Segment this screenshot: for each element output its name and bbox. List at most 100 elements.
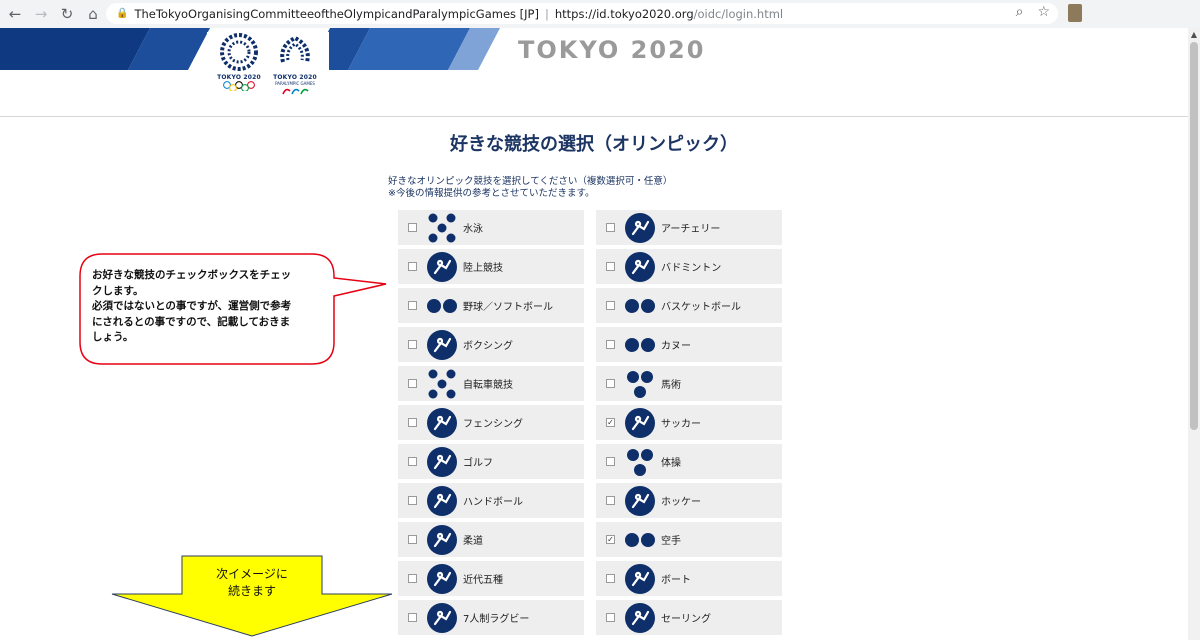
browser-toolbar: ← → ↻ ⌂ 🔒 TheTokyoOrganisingCommitteeoft…	[0, 0, 1200, 29]
arrow-text: 次イメージに 続きます	[182, 566, 322, 600]
omnibox-actions: ⌕ ☆	[1016, 4, 1050, 20]
sport-label: フェンシング	[463, 419, 523, 430]
callout-text: お好きな競技のチェックボックスをチェッ クします。 必須ではないとの事ですが、運…	[92, 268, 324, 346]
sport-checkbox[interactable]	[606, 262, 615, 271]
sport-label: ホッケー	[661, 497, 701, 508]
page-scrollbar[interactable]: ▲	[1188, 28, 1200, 640]
sport-option[interactable]: ✓ 空手	[596, 522, 782, 557]
sport-pictogram-icon	[625, 298, 655, 313]
sport-option[interactable]: 7人制ラグビー	[398, 600, 584, 635]
sport-pictogram-icon	[427, 563, 457, 594]
sport-label: 馬術	[661, 380, 681, 391]
sport-pictogram-icon	[625, 563, 655, 594]
instructions: 好きなオリンピック競技を選択してください（複数選択可・任意） ※今後の情報提供の…	[388, 176, 672, 200]
sport-option[interactable]: 水泳	[398, 210, 584, 245]
paralympic-logo-text: TOKYO 2020	[273, 74, 317, 81]
sport-checkbox[interactable]	[408, 379, 417, 388]
sport-label: 水泳	[463, 224, 483, 235]
sport-option[interactable]: セーリング	[596, 600, 782, 635]
arrow-line-1: 次イメージに	[216, 567, 288, 581]
sport-checkbox[interactable]	[606, 223, 615, 232]
sport-checkbox[interactable]	[408, 457, 417, 466]
brand-wordmark: TOKYO 2020	[518, 36, 706, 64]
sport-label: ゴルフ	[463, 458, 493, 469]
sport-checkbox[interactable]	[408, 613, 417, 622]
sport-label: 野球／ソフトボール	[463, 302, 553, 313]
sport-option[interactable]: カヌー	[596, 327, 782, 362]
sport-checkbox[interactable]	[408, 301, 417, 310]
sport-checkbox[interactable]	[408, 223, 417, 232]
url-path: /oidc/login.html	[693, 6, 784, 21]
sport-option[interactable]: フェンシング	[398, 405, 584, 440]
sport-label: サッカー	[661, 419, 701, 430]
sport-option[interactable]: ボート	[596, 561, 782, 596]
sport-label: セーリング	[661, 614, 711, 625]
sport-checkbox[interactable]	[408, 496, 417, 505]
sport-pictogram-icon	[427, 407, 457, 438]
arrow-left-icon: ←	[8, 5, 22, 23]
scroll-up-icon[interactable]: ▲	[1188, 30, 1200, 40]
sport-label: 空手	[661, 536, 681, 547]
sport-option[interactable]: ボクシング	[398, 327, 584, 362]
home-icon: ⌂	[88, 5, 98, 23]
agitos-icon	[282, 88, 309, 95]
page-title: 好きな競技の選択（オリンピック）	[450, 134, 738, 155]
paralympic-logo[interactable]: TOKYO 2020 PARALYMPIC GAMES	[268, 32, 322, 98]
address-bar[interactable]: 🔒 TheTokyoOrganisingCommitteeoftheOlympi…	[106, 3, 1058, 24]
extension-icon[interactable]	[1068, 4, 1082, 22]
sport-checkbox[interactable]	[606, 574, 615, 583]
sport-pictogram-icon	[427, 298, 457, 313]
callout-line: しょう。	[92, 331, 134, 343]
sport-label: ボクシング	[463, 341, 513, 352]
sport-checkbox[interactable]	[408, 262, 417, 271]
sport-checkbox[interactable]	[606, 457, 615, 466]
sport-option[interactable]: 自転車競技	[398, 366, 584, 401]
sport-checkbox[interactable]	[606, 379, 615, 388]
sport-option[interactable]: ゴルフ	[398, 444, 584, 479]
sport-option[interactable]: ハンドボール	[398, 483, 584, 518]
sport-checkbox[interactable]: ✓	[606, 418, 615, 427]
sport-checkbox[interactable]	[606, 301, 615, 310]
sport-pictogram-icon	[427, 602, 457, 633]
sport-checkbox[interactable]	[606, 613, 615, 622]
sport-checkbox[interactable]	[408, 535, 417, 544]
zoom-icon[interactable]: ⌕	[1016, 4, 1024, 20]
olympic-logo[interactable]: TOKYO 2020	[212, 32, 266, 98]
sport-pictogram-icon	[625, 251, 655, 282]
bookmark-star-icon[interactable]: ☆	[1037, 4, 1050, 20]
sport-checkbox[interactable]	[606, 340, 615, 349]
back-button[interactable]: ←	[4, 3, 26, 25]
sport-pictogram-icon	[427, 446, 457, 477]
sport-option[interactable]: 馬術	[596, 366, 782, 401]
sport-option[interactable]: アーチェリー	[596, 210, 782, 245]
sport-checkbox[interactable]	[606, 496, 615, 505]
sport-checkbox[interactable]	[408, 574, 417, 583]
sport-checkbox[interactable]	[408, 418, 417, 427]
sport-option[interactable]: 陸上競技	[398, 249, 584, 284]
sport-selection-grid: 水泳 アーチェリー 陸上競技 バドミントン野球／ソフトボール バスケットボールボクシング…	[398, 210, 782, 635]
sport-pictogram-icon	[627, 370, 653, 398]
home-button[interactable]: ⌂	[82, 3, 104, 25]
sport-pictogram-icon	[427, 485, 457, 516]
sport-option[interactable]: バスケットボール	[596, 288, 782, 323]
sport-label: 近代五種	[463, 575, 503, 586]
olympic-logo-text: TOKYO 2020	[217, 74, 261, 81]
callout-line: にされるとの事ですので、記載しておきま	[92, 315, 291, 328]
sport-label: カヌー	[661, 341, 691, 352]
forward-button[interactable]: →	[30, 3, 52, 25]
sport-option[interactable]: 野球／ソフトボール	[398, 288, 584, 323]
sport-pictogram-icon	[428, 213, 456, 242]
sport-label: バスケットボール	[661, 302, 741, 313]
reload-button[interactable]: ↻	[56, 3, 78, 25]
sport-option[interactable]: 体操	[596, 444, 782, 479]
callout-line: お好きな競技のチェックボックスをチェッ	[92, 269, 292, 281]
sport-pictogram-icon	[625, 337, 655, 352]
sport-checkbox[interactable]: ✓	[606, 535, 615, 544]
sport-option[interactable]: 柔道	[398, 522, 584, 557]
sport-option[interactable]: バドミントン	[596, 249, 782, 284]
sport-option[interactable]: 近代五種	[398, 561, 584, 596]
sport-option[interactable]: ホッケー	[596, 483, 782, 518]
sport-option[interactable]: ✓ サッカー	[596, 405, 782, 440]
scrollbar-thumb[interactable]	[1190, 42, 1198, 430]
sport-checkbox[interactable]	[408, 340, 417, 349]
